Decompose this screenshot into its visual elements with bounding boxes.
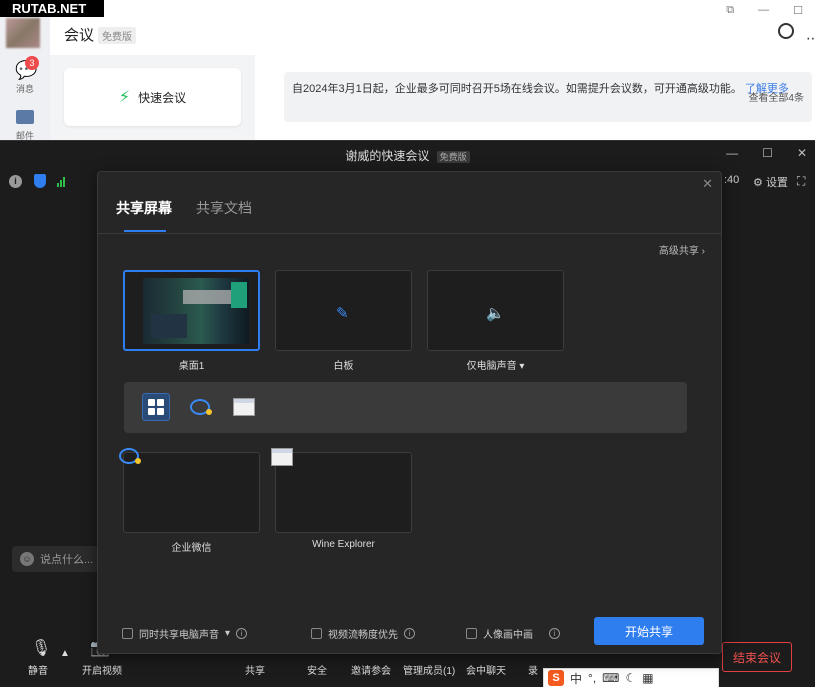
punctuation-icon[interactable]: °,	[588, 671, 596, 685]
message-badge: 3	[25, 56, 39, 70]
wecom-filter[interactable]	[186, 393, 214, 421]
chevron-down-icon[interactable]: ▾	[225, 628, 230, 639]
chat-button[interactable]: 会中聊天	[466, 662, 506, 677]
tab-share-screen[interactable]: 共享屏幕	[116, 198, 172, 218]
video-smooth-option[interactable]: 视频流畅度优先 i	[311, 626, 415, 641]
ime-toolbar: S 中 °, ⌨ ☾ ▦	[543, 668, 719, 687]
start-sharing-button[interactable]: 开始共享	[594, 617, 704, 645]
close-icon[interactable]: ✕	[797, 146, 807, 160]
grid-icon	[148, 399, 164, 415]
all-windows-filter[interactable]	[142, 393, 170, 421]
meeting-timer: :40	[724, 174, 740, 186]
wecom-window-label: 企业微信	[171, 543, 212, 554]
computer-audio-tile-label[interactable]: 仅电脑声音 ▾	[427, 357, 564, 372]
notice-text: 自2024年3月1日起，企业最多可同时召开5场在线会议。如需提升会议数，可开通高…	[292, 83, 742, 95]
video-smooth-label: 视频流畅度优先	[328, 630, 398, 641]
bolt-icon: ⚡	[118, 89, 131, 106]
tab-share-document[interactable]: 共享文档	[196, 198, 252, 218]
share-audio-checkbox[interactable]	[122, 628, 133, 639]
watermark: RUTAB.NET	[0, 0, 104, 17]
share-dialog: ✕ 共享屏幕 共享文档 高级共享 › 桌面1 ✎ 白板 🔈 仅电脑声音 ▾ 企业…	[97, 171, 722, 654]
page-title: 会议	[64, 27, 95, 44]
keyboard-icon[interactable]: ⌨	[602, 671, 619, 685]
share-audio-option[interactable]: 同时共享电脑声音 ▾ i	[122, 626, 248, 641]
info-icon[interactable]: i	[9, 175, 22, 188]
pip-checkbox[interactable]	[466, 628, 477, 639]
whiteboard-tile-label: 白板	[333, 361, 354, 372]
manage-members-button[interactable]: 管理成员(1)	[403, 662, 455, 677]
moon-icon[interactable]: ☾	[625, 671, 636, 685]
pip-label: 人像画中画	[483, 630, 533, 641]
chat-placeholder: 说点什么...	[40, 554, 94, 566]
wecom-icon	[190, 399, 212, 415]
mail-icon[interactable]	[16, 110, 34, 124]
share-button[interactable]: 共享	[245, 662, 265, 677]
microphone-icon[interactable]: 🎙	[31, 638, 51, 658]
record-button[interactable]: 录	[528, 662, 538, 677]
sidebar-item-messages[interactable]: 消息	[0, 82, 50, 95]
avatar[interactable]	[6, 18, 40, 48]
fullscreen-icon[interactable]: ⛶	[797, 174, 805, 189]
emoji-icon[interactable]: ☺	[20, 552, 34, 566]
minimize-icon[interactable]: —	[758, 4, 769, 17]
shield-icon[interactable]	[34, 174, 46, 188]
pen-icon: ✎	[336, 305, 349, 322]
desktop-thumbnail	[143, 278, 249, 344]
ime-logo-icon[interactable]: S	[548, 670, 564, 686]
edition-badge: 免费版	[98, 27, 136, 44]
signal-icon[interactable]	[57, 176, 65, 187]
pip-option[interactable]: 人像画中画 i	[466, 626, 560, 641]
maximize-icon[interactable]: ☐	[793, 4, 803, 17]
minimize-icon[interactable]: —	[726, 146, 738, 160]
end-meeting-button[interactable]: 结束会议	[722, 642, 792, 672]
window-controls: ⧉ — ☐	[726, 4, 803, 17]
more-icon[interactable]: ⋯	[806, 30, 815, 47]
ime-mode[interactable]: 中	[570, 670, 582, 687]
chevron-up-icon[interactable]: ▲	[60, 648, 70, 659]
quick-meeting-label: 快速会议	[138, 90, 187, 105]
wine-app-icon	[271, 448, 293, 466]
help-icon[interactable]: i	[549, 628, 560, 639]
desktop-tile-label: 桌面1	[178, 361, 205, 372]
view-all-link[interactable]: 查看全部4条	[748, 90, 804, 107]
share-audio-label: 同时共享电脑声音	[139, 630, 219, 641]
help-icon[interactable]: i	[404, 628, 415, 639]
speaker-icon: 🔈	[486, 305, 505, 322]
meeting-edition-badge: 免费版	[436, 151, 470, 163]
settings-label: 设置	[765, 177, 788, 189]
chat-input[interactable]: ☺ 说点什么...	[12, 546, 100, 572]
notice-banner: 自2024年3月1日起，企业最多可同时召开5场在线会议。如需提升会议数，可开通高…	[284, 72, 812, 122]
whiteboard-tile[interactable]: ✎	[275, 270, 412, 351]
quick-meeting-button[interactable]: ⚡ 快速会议	[64, 68, 241, 126]
security-button[interactable]: 安全	[307, 662, 327, 677]
desktop-tile[interactable]	[123, 270, 260, 351]
invite-button[interactable]: 邀请参会	[351, 662, 391, 677]
settings-button[interactable]: ⚙ 设置	[753, 174, 788, 190]
wine-explorer-window-tile[interactable]	[271, 448, 412, 533]
meeting-window-controls: — ☐ ✕	[726, 146, 807, 160]
wecom-window-tile[interactable]	[119, 448, 260, 533]
video-button[interactable]: 开启视频	[82, 662, 122, 677]
apps-icon[interactable]: ▦	[642, 671, 653, 685]
meeting-title-bar: 谢威的快速会议 免费版	[0, 147, 815, 164]
search-icon[interactable]	[778, 23, 794, 39]
pin-icon[interactable]: ⧉	[726, 4, 734, 17]
meeting-title: 谢威的快速会议	[345, 149, 430, 163]
maximize-icon[interactable]: ☐	[762, 146, 773, 160]
tab-indicator	[124, 230, 166, 232]
gear-icon: ⚙	[753, 177, 763, 189]
divider	[98, 233, 721, 234]
video-smooth-checkbox[interactable]	[311, 628, 322, 639]
window-filter-bar	[124, 382, 687, 433]
advanced-share-link[interactable]: 高级共享 ›	[659, 242, 705, 257]
wine-explorer-window-label: Wine Explorer	[312, 539, 375, 550]
window-icon	[233, 398, 255, 416]
wine-filter[interactable]	[230, 393, 258, 421]
computer-audio-tile[interactable]: 🔈	[427, 270, 564, 351]
wecom-app-icon	[119, 448, 141, 464]
mute-button[interactable]: 静音	[28, 662, 48, 677]
close-icon[interactable]: ✕	[702, 176, 713, 192]
help-icon[interactable]: i	[236, 628, 248, 639]
